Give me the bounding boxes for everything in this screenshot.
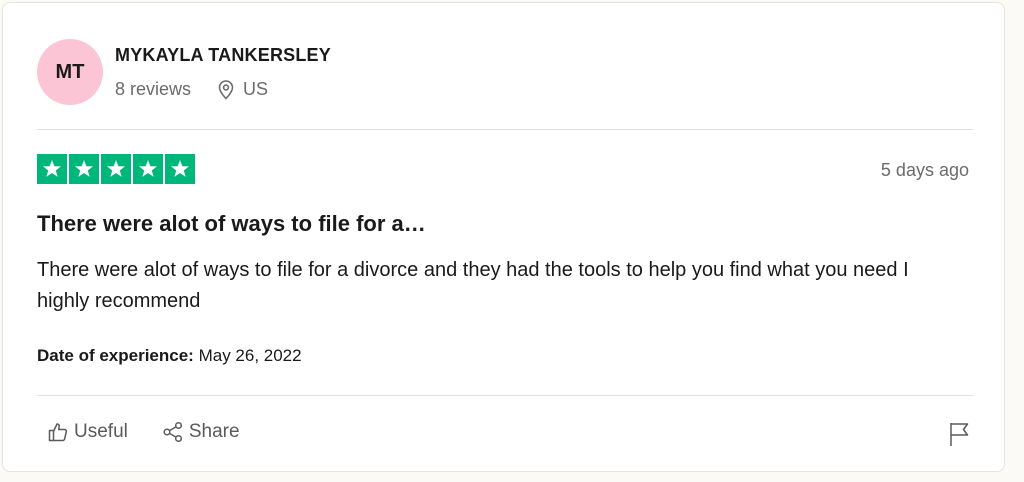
star-rating xyxy=(37,154,195,184)
header-divider xyxy=(37,129,973,130)
share-label: Share xyxy=(188,421,240,442)
useful-button[interactable]: Useful xyxy=(47,421,128,443)
footer-divider xyxy=(37,395,973,396)
star-icon xyxy=(165,154,195,184)
share-button[interactable]: Share xyxy=(162,421,240,443)
report-flag-button[interactable] xyxy=(948,421,970,447)
share-icon xyxy=(162,421,184,443)
avatar[interactable]: MT xyxy=(37,39,103,105)
star-icon xyxy=(101,154,131,184)
review-card: MT MYKAYLA TANKERSLEY 8 reviews US 5 day… xyxy=(2,2,1005,472)
reviewer-meta: 8 reviews US xyxy=(115,79,268,100)
review-title[interactable]: There were alot of ways to file for a… xyxy=(37,211,426,237)
reviewer-location: US xyxy=(243,79,269,99)
star-icon xyxy=(69,154,99,184)
review-date: 5 days ago xyxy=(880,160,969,180)
thumbs-up-icon xyxy=(47,421,69,443)
star-icon xyxy=(133,154,163,184)
review-actions: Useful Share xyxy=(47,421,240,443)
review-body: There were alot of ways to file for a di… xyxy=(37,259,909,312)
location-pin-icon xyxy=(217,79,235,100)
useful-label: Useful xyxy=(74,421,128,442)
experience-label: Date of experience: xyxy=(37,346,194,365)
flag-icon xyxy=(948,421,970,447)
date-of-experience: Date of experience: May 26, 2022 xyxy=(37,346,302,366)
reviewer-name[interactable]: MYKAYLA TANKERSLEY xyxy=(115,45,331,66)
avatar-initials: MT xyxy=(55,60,85,83)
reviews-count: 8 reviews xyxy=(115,79,192,99)
star-icon xyxy=(37,154,67,184)
experience-date: May 26, 2022 xyxy=(198,346,302,365)
